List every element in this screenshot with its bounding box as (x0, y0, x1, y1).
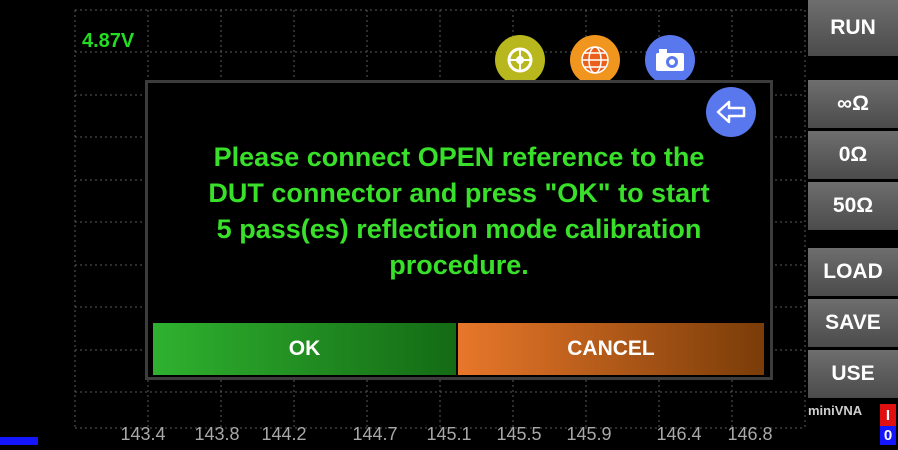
load50-cal-label: 50Ω (832, 194, 874, 217)
save-button[interactable]: SAVE (808, 299, 898, 347)
run-button-label: RUN (830, 16, 876, 39)
camera-icon (656, 49, 684, 71)
dialog-message-line: Please connect OPEN reference to the (213, 142, 705, 172)
ok-button-label: OK (288, 337, 321, 360)
x-tick-label: 144.7 (352, 424, 398, 444)
calibration-dialog: Please connect OPEN reference to the DUT… (145, 80, 773, 380)
use-button-label: USE (831, 362, 875, 385)
corner-indicator (0, 437, 38, 445)
load-button[interactable]: LOAD (808, 248, 898, 296)
x-tick-label: 145.9 (566, 424, 612, 444)
marker-indicator-top: I (880, 404, 896, 426)
run-button[interactable]: RUN (808, 0, 898, 56)
dialog-message-line: procedure. (389, 250, 529, 280)
x-tick-label: 145.1 (426, 424, 472, 444)
load-button-label: LOAD (823, 260, 883, 283)
x-tick-label: 143.4 (120, 424, 166, 444)
save-button-label: SAVE (825, 311, 881, 334)
short-cal-label: 0Ω (838, 143, 868, 166)
camera-button[interactable] (645, 35, 695, 85)
crosshair-button[interactable] (495, 35, 545, 85)
short-cal-button[interactable]: 0Ω (808, 131, 898, 179)
globe-button[interactable] (570, 35, 620, 85)
cancel-button[interactable]: CANCEL (458, 323, 764, 375)
dialog-message: Please connect OPEN reference to the DUT… (148, 139, 770, 283)
back-arrow-icon (716, 100, 746, 124)
x-tick-label: 143.8 (194, 424, 240, 444)
brand-label: miniVNA (808, 403, 863, 418)
dialog-message-line: DUT connector and press "OK" to start (208, 178, 710, 208)
back-button[interactable] (706, 87, 756, 137)
dialog-message-line: 5 pass(es) reflection mode calibration (216, 214, 702, 244)
use-button[interactable]: USE (808, 350, 898, 398)
open-cal-button[interactable]: ∞Ω (808, 80, 898, 128)
open-cal-label: ∞Ω (837, 92, 869, 115)
cancel-button-label: CANCEL (567, 337, 655, 360)
sidebar: RUN ∞Ω 0Ω 50Ω LOAD SAVE USE miniVNA I 0 (808, 0, 898, 445)
crosshair-icon (507, 47, 533, 73)
x-tick-label: 146.8 (727, 424, 773, 444)
x-tick-label: 144.2 (261, 424, 307, 444)
load50-cal-button[interactable]: 50Ω (808, 182, 898, 230)
app-screen: 4.87V 143.4 143.8 144.2 144.7 145.1 145.… (0, 0, 898, 445)
ok-button[interactable]: OK (153, 323, 456, 375)
voltage-readout: 4.87V (82, 30, 135, 52)
globe-icon (581, 46, 609, 74)
x-tick-label: 146.4 (656, 424, 702, 444)
x-tick-label: 145.5 (496, 424, 542, 444)
marker-indicator-bottom: 0 (880, 426, 896, 445)
